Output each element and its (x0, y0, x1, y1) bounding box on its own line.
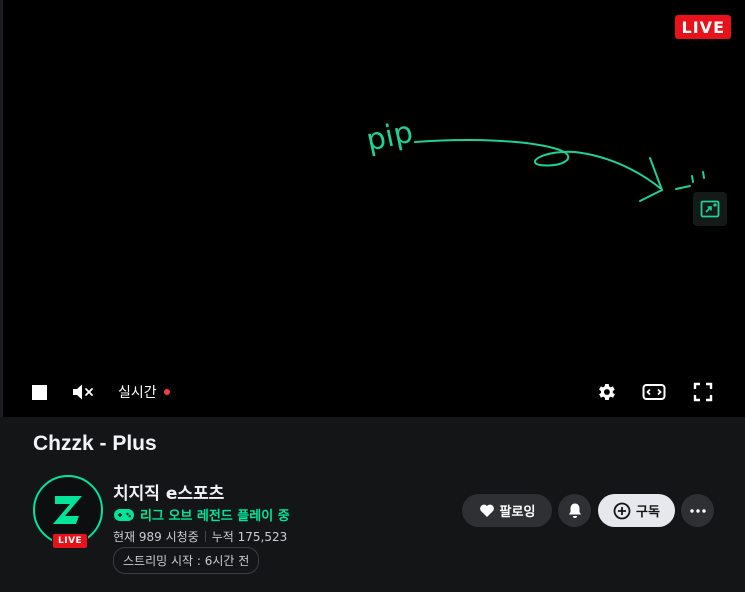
stop-button[interactable] (28, 381, 50, 403)
viewer-stats: 현재 989 시청중 누적 175,523 (113, 528, 287, 545)
live-dot (163, 389, 170, 395)
annotation-arrowhead (639, 157, 664, 202)
realtime-label: 실시간 (118, 385, 157, 401)
theater-icon (642, 384, 666, 400)
following-button[interactable]: 팔로잉 (462, 494, 552, 527)
subscribe-label: 구독 (636, 505, 660, 520)
fullscreen-icon (693, 382, 713, 402)
bell-icon (568, 503, 581, 518)
settings-icon (599, 384, 615, 400)
annotation-dash-2 (691, 175, 694, 183)
more-icon (689, 508, 706, 513)
game-category[interactable]: 리그 오브 레전드 플레이 중 (113, 505, 290, 524)
chzzk-logo-icon (53, 496, 82, 524)
gamepad-icon (114, 508, 134, 521)
stop-icon (31, 384, 47, 400)
viewers-total: 누적 175,523 (211, 530, 288, 544)
channel-avatar[interactable]: LIVE (33, 475, 103, 549)
fullscreen-button[interactable] (691, 380, 715, 404)
annotation-text: pip (363, 115, 416, 159)
annotation-dash-3 (702, 171, 705, 179)
heart-icon (479, 504, 494, 517)
avatar-live-badge: LIVE (52, 533, 89, 549)
subscribe-button[interactable]: 구독 (598, 494, 675, 527)
stream-title: Chzzk - Plus (33, 432, 157, 455)
plus-circle-icon (613, 502, 631, 519)
pip-button[interactable] (693, 192, 727, 226)
notification-button[interactable] (558, 494, 591, 527)
following-label: 팔로잉 (499, 505, 536, 520)
mute-icon (73, 384, 93, 400)
viewers-now: 현재 989 시청중 (113, 530, 199, 544)
pip-icon (700, 200, 720, 218)
mute-button[interactable] (70, 380, 98, 404)
pip-annotation: pip (363, 115, 705, 202)
theater-mode-button[interactable] (641, 380, 667, 404)
stream-start-chip: 스트리밍 시작 : 6시간 전 (113, 547, 260, 574)
realtime-indicator: 실시간 (118, 381, 170, 403)
live-badge: LIVE (674, 15, 731, 39)
more-options-button[interactable] (681, 494, 714, 527)
game-label: 리그 오브 레전드 플레이 중 (140, 509, 290, 524)
settings-button[interactable] (594, 380, 618, 404)
annotation-arrow (414, 139, 661, 189)
stats-divider (204, 531, 206, 542)
annotation-dash-1 (675, 185, 691, 190)
channel-name[interactable]: 치지직 e스포츠 (113, 479, 224, 504)
